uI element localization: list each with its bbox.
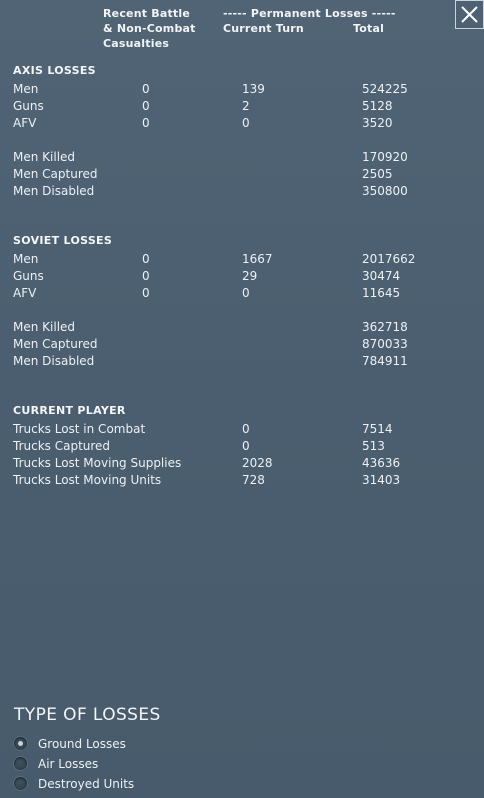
player-row-trucks-units: Trucks Lost Moving Units 728 31403 (0, 472, 484, 489)
option-label: Destroyed Units (38, 777, 135, 791)
type-of-losses-title: TYPE OF LOSSES (14, 705, 161, 725)
row-label: Men (13, 82, 39, 96)
axis-losses-title: AXIS LOSSES (13, 64, 96, 77)
ground-losses-option[interactable]: Ground Losses (14, 735, 214, 753)
axis-row-guns: Guns 0 2 5128 (0, 98, 484, 115)
total-value: 513 (362, 439, 385, 453)
axis-row-afv: AFV 0 0 3520 (0, 115, 484, 132)
recent-value: 0 (142, 99, 150, 113)
air-losses-option[interactable]: Air Losses (14, 755, 214, 773)
recent-value: 0 (142, 286, 150, 300)
player-row-trucks-combat: Trucks Lost in Combat 0 7514 (0, 421, 484, 438)
row-label: Trucks Lost Moving Units (13, 473, 162, 487)
total-value: 170920 (362, 150, 408, 164)
total-value: 31403 (362, 473, 401, 487)
total-value: 350800 (362, 184, 408, 198)
option-label: Air Losses (38, 757, 99, 771)
axis-row-men-disabled: Men Disabled 350800 (0, 183, 484, 200)
recent-header-line2: & Non-Combat (103, 22, 196, 35)
current-turn-value: 0 (242, 286, 250, 300)
total-value: 30474 (362, 269, 401, 283)
radio-button-icon[interactable] (14, 777, 27, 790)
soviet-row-men-killed: Men Killed 362718 (0, 319, 484, 336)
player-row-trucks-captured: Trucks Captured 0 513 (0, 438, 484, 455)
soviet-losses-title: SOVIET LOSSES (13, 234, 113, 247)
row-label: AFV (13, 286, 37, 300)
current-turn-value: 728 (242, 473, 265, 487)
recent-header-line1: Recent Battle (103, 7, 190, 20)
close-icon (461, 6, 478, 23)
row-label: Men Captured (13, 337, 98, 351)
current-turn-value: 1667 (242, 252, 273, 266)
total-value: 5128 (362, 99, 393, 113)
row-label: Guns (13, 99, 44, 113)
permanent-losses-header: ----- Permanent Losses ----- (223, 7, 396, 20)
total-value: 2017662 (362, 252, 416, 266)
soviet-row-men-disabled: Men Disabled 784911 (0, 353, 484, 370)
row-label: Men Killed (13, 150, 76, 164)
losses-panel: Recent Battle & Non-Combat Casualties --… (0, 0, 484, 798)
recent-header-line3: Casualties (103, 37, 170, 50)
close-button[interactable] (455, 0, 484, 29)
row-label: Men (13, 252, 39, 266)
recent-value: 0 (142, 269, 150, 283)
current-turn-value: 0 (242, 422, 250, 436)
radio-button-icon[interactable] (14, 737, 27, 750)
recent-value: 0 (142, 82, 150, 96)
row-label: Men Captured (13, 167, 98, 181)
player-row-trucks-supplies: Trucks Lost Moving Supplies 2028 43636 (0, 455, 484, 472)
soviet-row-men: Men 0 1667 2017662 (0, 251, 484, 268)
row-label: Men Disabled (13, 354, 95, 368)
soviet-row-afv: AFV 0 0 11645 (0, 285, 484, 302)
destroyed-units-option[interactable]: Destroyed Units (14, 775, 214, 793)
option-label: Ground Losses (38, 737, 126, 751)
recent-value: 0 (142, 116, 150, 130)
current-player-title: CURRENT PLAYER (13, 404, 126, 417)
total-value: 7514 (362, 422, 393, 436)
radio-button-icon[interactable] (14, 757, 27, 770)
total-value: 524225 (362, 82, 408, 96)
total-value: 2505 (362, 167, 393, 181)
axis-row-men-captured: Men Captured 2505 (0, 166, 484, 183)
row-label: Men Killed (13, 320, 76, 334)
current-turn-header: Current Turn (223, 22, 304, 35)
total-value: 784911 (362, 354, 408, 368)
current-turn-value: 0 (242, 116, 250, 130)
axis-row-men-killed: Men Killed 170920 (0, 149, 484, 166)
row-label: Trucks Captured (13, 439, 111, 453)
row-label: Men Disabled (13, 184, 95, 198)
row-label: AFV (13, 116, 37, 130)
current-turn-value: 139 (242, 82, 265, 96)
axis-row-men: Men 0 139 524225 (0, 81, 484, 98)
current-turn-value: 2028 (242, 456, 273, 470)
total-value: 11645 (362, 286, 401, 300)
total-value: 3520 (362, 116, 393, 130)
recent-value: 0 (142, 252, 150, 266)
current-turn-value: 29 (242, 269, 258, 283)
current-turn-value: 2 (242, 99, 250, 113)
current-turn-value: 0 (242, 439, 250, 453)
total-value: 870033 (362, 337, 408, 351)
soviet-row-guns: Guns 0 29 30474 (0, 268, 484, 285)
row-label: Trucks Lost in Combat (13, 422, 146, 436)
total-value: 362718 (362, 320, 408, 334)
row-label: Trucks Lost Moving Supplies (13, 456, 182, 470)
total-value: 43636 (362, 456, 401, 470)
total-header: Total (353, 22, 385, 35)
soviet-row-men-captured: Men Captured 870033 (0, 336, 484, 353)
row-label: Guns (13, 269, 44, 283)
